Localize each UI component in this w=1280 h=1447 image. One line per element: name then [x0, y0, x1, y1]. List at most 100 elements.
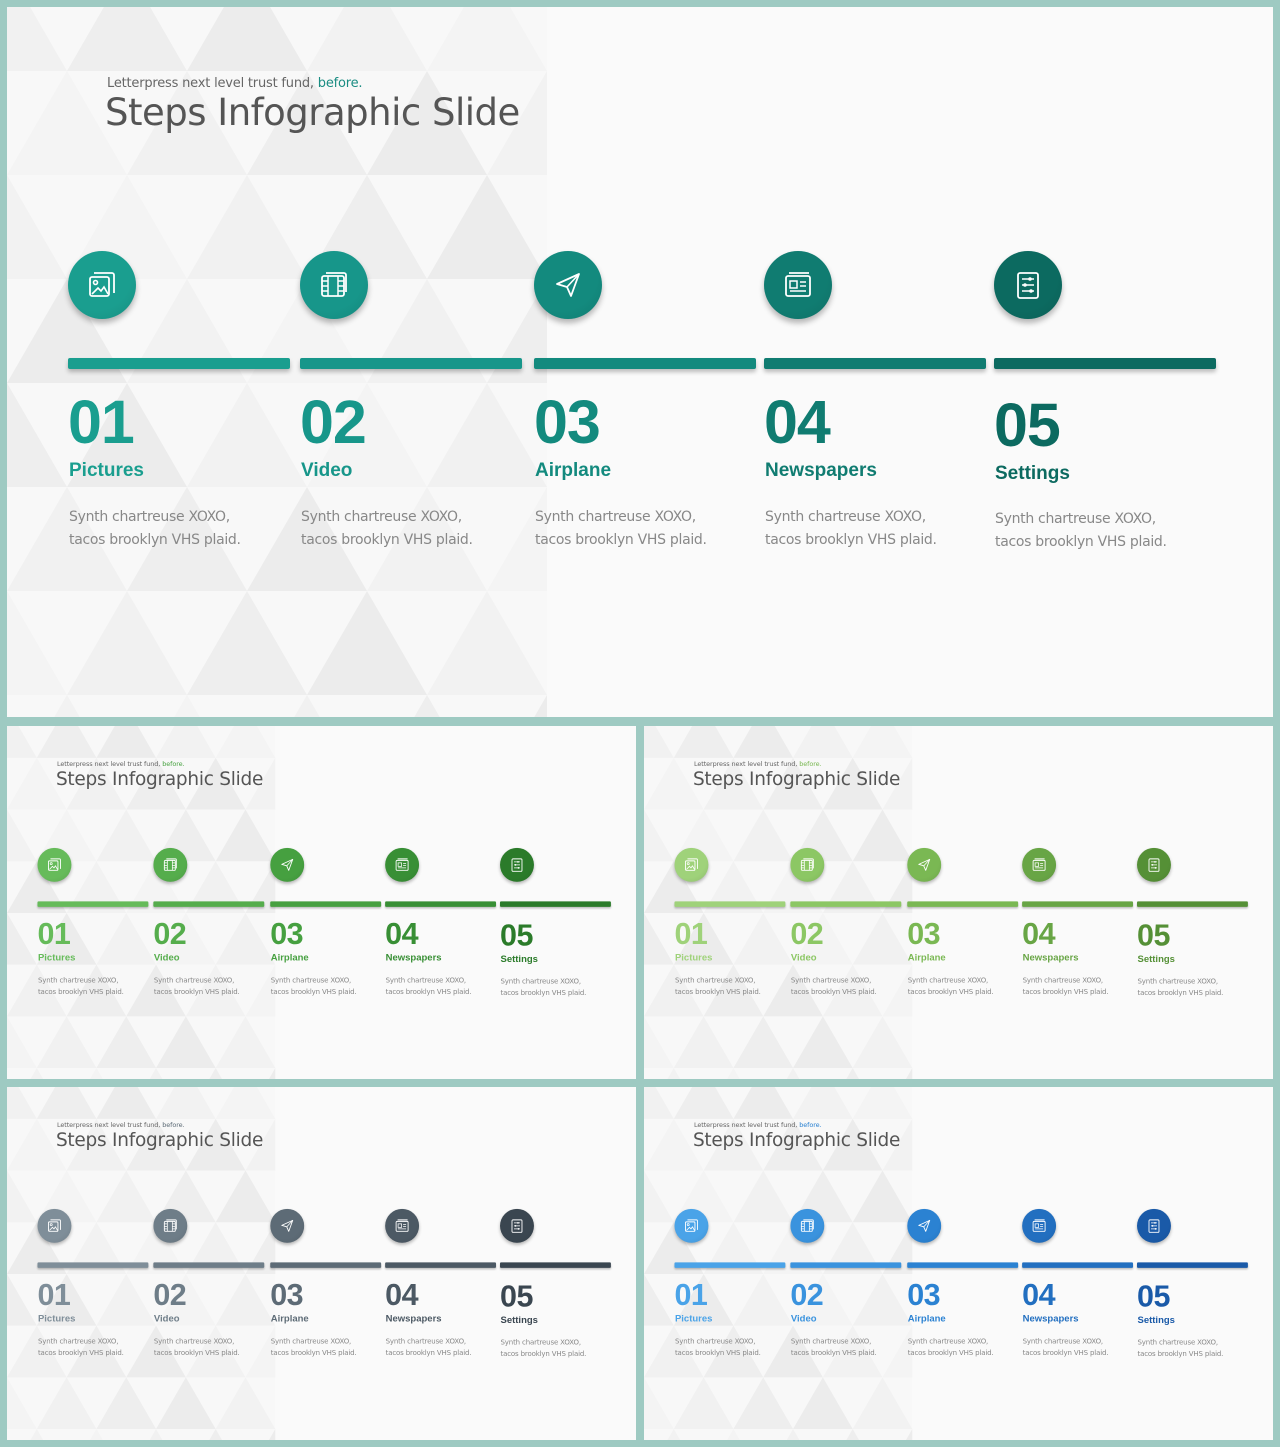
- step-bar: [1022, 901, 1134, 907]
- step-04: 04 Newspapers Synth chartreuse XOXO, tacos…: [1022, 726, 1134, 1079]
- step-bar: [385, 1262, 497, 1268]
- step-icon-circle: [270, 1208, 305, 1243]
- step-number: 05: [500, 917, 533, 952]
- step-description: Synth chartreuse XOXO, tacos brooklyn VH…: [153, 1337, 240, 1358]
- step-icon-circle: [385, 1208, 420, 1243]
- step-icon-circle: [270, 847, 305, 882]
- step-02: 02 Video Synth chartreuse XOXO, tacos broo…: [790, 726, 902, 1079]
- step-bar: [764, 358, 986, 369]
- newspaper-icon: [395, 1219, 409, 1232]
- step-icon-circle: [1022, 847, 1057, 882]
- step-label: Airplane: [270, 1313, 309, 1324]
- step-icon-circle: [300, 251, 368, 319]
- step-bar: [270, 1262, 382, 1268]
- step-description: Synth chartreuse XOXO, tacos brooklyn VH…: [500, 977, 587, 998]
- step-number: 04: [385, 916, 419, 951]
- step-04: 04 Newspapers Synth chartreuse XOXO, tacos…: [385, 726, 497, 1079]
- newspaper-icon: [1032, 858, 1046, 871]
- pictures-icon: [685, 1219, 698, 1232]
- step-label: Newspapers: [385, 1313, 442, 1324]
- step-number: 05: [1137, 1278, 1170, 1313]
- step-number: 03: [907, 1277, 941, 1312]
- step-05: 05 Settings Synth chartreuse XOXO, tacos b…: [1137, 1087, 1248, 1440]
- step-description: Synth chartreuse XOXO, tacos brooklyn VH…: [790, 976, 877, 997]
- video-icon: [800, 858, 814, 871]
- step-label: Video: [790, 1313, 817, 1324]
- step-description: Synth chartreuse XOXO, tacos brooklyn VH…: [69, 509, 241, 548]
- step-04: 04 Newspapers Synth chartreuse XOXO, tacos…: [385, 1087, 497, 1440]
- step-number: 01: [68, 388, 135, 456]
- step-label: Newspapers: [765, 460, 877, 481]
- step-number: 01: [674, 916, 708, 951]
- step-bar: [994, 358, 1216, 369]
- slide-light-green: Letterpress next level trust fund, befor…: [644, 726, 1273, 1079]
- step-bar: [270, 901, 382, 907]
- settings-icon: [1148, 1219, 1160, 1233]
- step-description: Synth chartreuse XOXO, tacos brooklyn VH…: [674, 1337, 761, 1358]
- step-icon-circle: [994, 251, 1062, 319]
- step-icon-circle: [1137, 847, 1171, 882]
- step-icon-circle: [790, 847, 825, 882]
- step-01: 01 Pictures Synth chartreuse XOXO, tacos b…: [37, 726, 149, 1079]
- step-01: 01 Pictures Synth chartreuse XOXO, tacos b…: [37, 1087, 149, 1440]
- step-description: Synth chartreuse XOXO, tacos brooklyn VH…: [37, 1337, 124, 1358]
- step-05: 05 Settings Synth chartreuse XOXO, tacos b…: [500, 726, 611, 1079]
- step-04: 04 Newspapers Synth chartreuse XOXO, tacos…: [1022, 1087, 1134, 1440]
- step-number: 01: [674, 1277, 708, 1312]
- step-01: 01 Pictures Synth chartreuse XOXO, tacos b…: [674, 726, 786, 1079]
- step-bar: [1137, 901, 1248, 907]
- step-number: 02: [300, 388, 367, 456]
- step-label: Settings: [1137, 953, 1175, 965]
- step-description: Synth chartreuse XOXO, tacos brooklyn VH…: [765, 509, 937, 548]
- step-bar: [37, 901, 149, 907]
- step-icon-circle: [500, 847, 534, 882]
- step-bar: [153, 1262, 265, 1268]
- step-label: Pictures: [674, 1313, 713, 1324]
- step-03: 03 Airplane Synth chartreuse XOXO, tacos b…: [270, 1087, 382, 1440]
- step-icon-circle: [790, 1208, 825, 1243]
- step-03: 03 Airplane Synth chartreuse XOXO, tacos b…: [270, 726, 382, 1079]
- newspaper-icon: [395, 858, 409, 871]
- step-icon-circle: [1137, 1208, 1171, 1243]
- settings-icon: [511, 1219, 523, 1233]
- step-bar: [68, 358, 290, 369]
- step-description: Synth chartreuse XOXO, tacos brooklyn VH…: [790, 1337, 877, 1358]
- step-03: 03 Airplane Synth chartreuse XOXO, tacos b…: [907, 726, 1019, 1079]
- step-icon-circle: [385, 847, 420, 882]
- newspaper-icon: [785, 272, 811, 297]
- step-description: Synth chartreuse XOXO, tacos brooklyn VH…: [907, 1337, 994, 1358]
- step-number: 02: [153, 916, 187, 951]
- step-bar: [385, 901, 497, 907]
- step-icon-circle: [534, 251, 602, 319]
- step-icon-circle: [37, 1208, 72, 1243]
- step-bar: [907, 901, 1019, 907]
- step-label: Settings: [995, 463, 1070, 484]
- step-icon-circle: [674, 847, 709, 882]
- step-bar: [534, 358, 756, 369]
- newspaper-icon: [1032, 1219, 1046, 1232]
- step-02: 02 Video Synth chartreuse XOXO, tacos broo…: [153, 726, 265, 1079]
- pictures-icon: [48, 1219, 61, 1232]
- step-label: Airplane: [535, 460, 612, 481]
- step-label: Settings: [500, 953, 538, 965]
- step-label: Pictures: [69, 460, 144, 481]
- step-description: Synth chartreuse XOXO, tacos brooklyn VH…: [674, 976, 761, 997]
- step-bar: [500, 901, 611, 907]
- step-icon-circle: [674, 1208, 709, 1243]
- step-label: Airplane: [270, 952, 309, 963]
- step-bar: [153, 901, 265, 907]
- step-description: Synth chartreuse XOXO, tacos brooklyn VH…: [535, 509, 707, 548]
- step-label: Airplane: [907, 1313, 946, 1324]
- step-label: Video: [301, 460, 353, 481]
- step-number: 02: [153, 1277, 187, 1312]
- step-02: 02 Video Synth chartreuse XOXO, tacos broo…: [300, 7, 522, 717]
- step-number: 03: [534, 388, 601, 456]
- step-05: 05 Settings Synth chartreuse XOXO, tacos b…: [500, 1087, 611, 1440]
- airplane-icon: [918, 858, 931, 871]
- video-icon: [163, 1219, 177, 1232]
- step-number: 04: [764, 388, 831, 456]
- step-bar: [1022, 1262, 1134, 1268]
- step-label: Settings: [500, 1314, 538, 1326]
- step-icon-circle: [907, 1208, 942, 1243]
- step-description: Synth chartreuse XOXO, tacos brooklyn VH…: [270, 1337, 357, 1358]
